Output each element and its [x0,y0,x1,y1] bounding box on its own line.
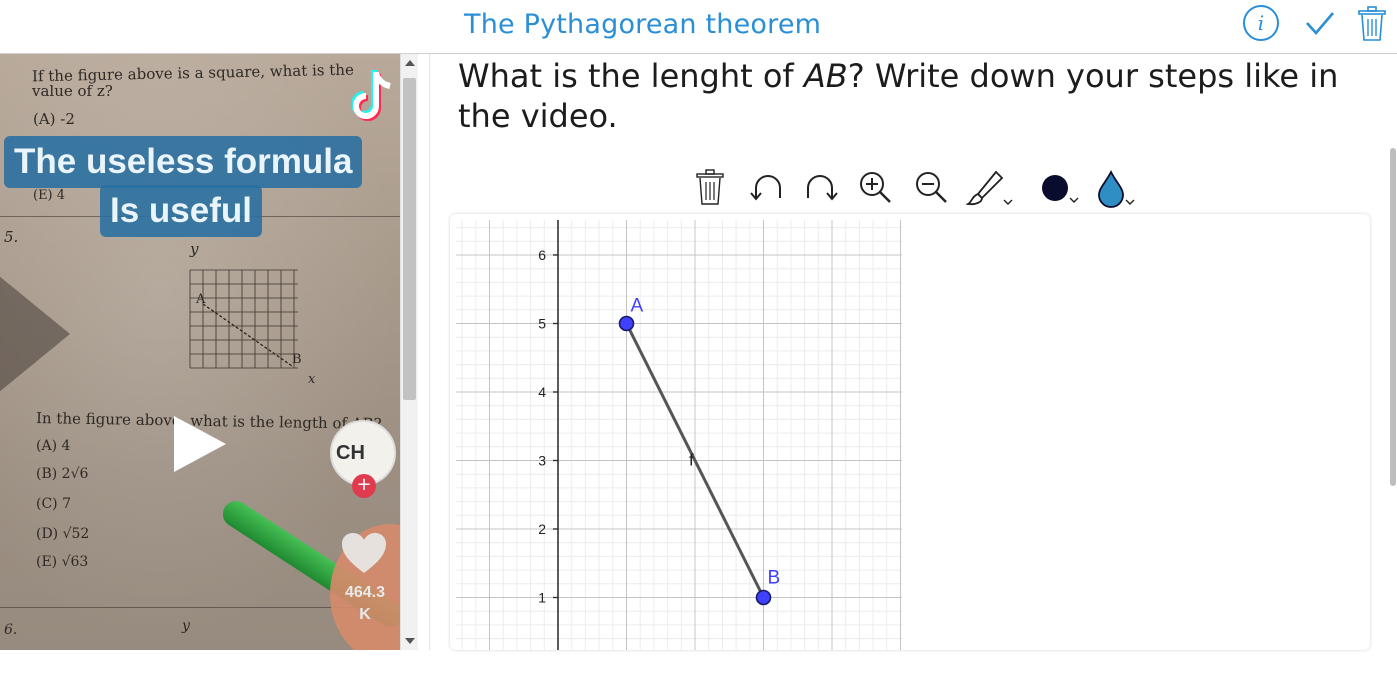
question-part: What is the lenght of [458,57,804,95]
opacity-icon[interactable] [1094,168,1140,208]
point-a[interactable] [618,315,635,332]
video-scrollbar[interactable] [400,54,418,650]
follow-plus-icon[interactable]: + [352,474,376,498]
pen-color-swatch [1042,175,1068,201]
undo-icon[interactable] [748,168,788,208]
option-text: (B) 2√6 [36,466,89,482]
coordinate-graph[interactable]: 1 2 3 4 5 6 f A B [450,214,910,650]
segment-label: f [689,451,694,470]
option-text: (E) 4 [33,188,66,203]
redo-icon[interactable] [800,168,840,208]
segment-name: AB [803,57,848,95]
problem-text: value of z? [32,82,113,100]
brush-icon[interactable] [966,168,1014,208]
y-tick-label: 6 [538,247,546,263]
video-shadow [0,244,70,424]
play-icon[interactable] [174,416,226,472]
point-label: A [196,292,206,307]
point-label-a: A [631,296,644,317]
panel-divider [429,54,430,650]
trash-icon[interactable] [1357,5,1387,43]
point-b[interactable] [755,589,772,606]
y-tick-label: 4 [538,384,546,400]
point-label-b: B [768,568,781,589]
y-tick-label: 2 [538,521,546,537]
like-count: 464.3 K [337,582,393,626]
zoom-out-icon[interactable] [912,168,950,208]
info-button[interactable]: i [1243,5,1279,41]
like-heart-icon[interactable] [340,531,388,575]
y-tick-label: 5 [538,316,546,332]
problem-number: 6. [4,622,18,638]
option-text: (A) 4 [36,438,71,454]
like-count-value: 464.3 [344,584,386,601]
like-count-unit: K [359,606,371,623]
page-scrollbar[interactable] [1390,148,1396,486]
scroll-thumb[interactable] [403,78,416,400]
tiktok-logo-icon[interactable] [352,68,396,126]
question-text: What is the lenght of AB? Write down you… [458,56,1358,136]
y-tick-label: 3 [538,453,546,469]
trash-icon[interactable] [696,168,724,208]
point-label: B [292,352,302,367]
drawing-canvas[interactable]: 1 2 3 4 5 6 f A B [450,214,1370,650]
axis-label: x [308,372,316,387]
option-text: (C) 7 [36,496,71,512]
option-text: (A) -2 [33,110,75,128]
scroll-up-icon[interactable] [405,60,415,66]
option-text: (D) √52 [36,526,90,542]
problem-number: 5. [4,228,19,246]
axis-label: y [182,618,190,634]
color-icon[interactable] [1038,168,1084,208]
header-bar: The Pythagorean theorem i [0,0,1397,54]
video-caption: The useless formula [4,136,363,188]
video-caption: Is useful [100,185,262,237]
option-text: (E) √63 [36,554,89,570]
scroll-down-icon[interactable] [405,638,415,644]
page-title: The Pythagorean theorem [464,9,822,40]
check-icon[interactable] [1304,6,1336,40]
zoom-in-icon[interactable] [856,168,894,208]
mini-graph [189,269,298,369]
video-player[interactable]: If the figure above is a square, what is… [0,54,400,650]
y-tick-label: 1 [538,590,546,606]
